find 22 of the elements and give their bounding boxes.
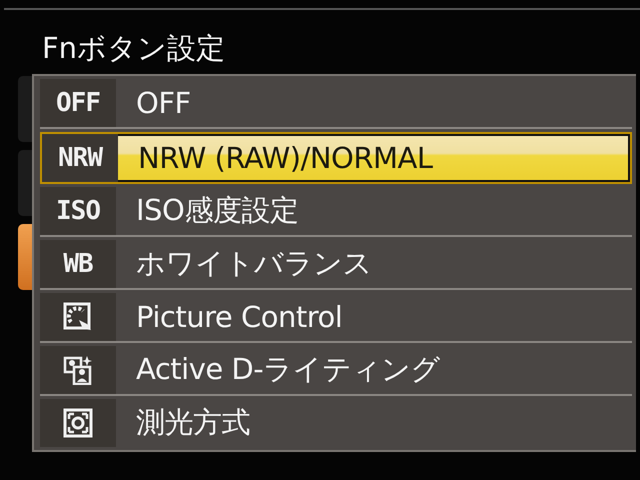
option-label: ホワイトバランス bbox=[135, 245, 372, 282]
option-icon: NRW bbox=[58, 143, 102, 173]
menu-item[interactable]: Picture Control bbox=[40, 293, 632, 343]
menu-item[interactable]: OFF OFF bbox=[40, 79, 632, 129]
option-label: 測光方式 bbox=[135, 404, 250, 441]
menu-item[interactable]: 測光方式 bbox=[40, 399, 632, 447]
option-icon: OFF bbox=[56, 88, 100, 118]
menu-item[interactable]: ISO ISO感度設定 bbox=[40, 187, 632, 237]
option-label: Active D-ライティング bbox=[135, 351, 440, 388]
menu-item[interactable]: WB ホワイトバランス bbox=[40, 240, 632, 290]
option-icon: ISO bbox=[56, 196, 100, 226]
option-label: Picture Control bbox=[135, 300, 342, 334]
option-label: ISO感度設定 bbox=[135, 192, 298, 229]
menu-title: Fnボタン設定 bbox=[41, 30, 226, 66]
metering-icon bbox=[63, 408, 93, 438]
picture-control-icon bbox=[63, 302, 93, 332]
portrait-sparkle-icon bbox=[63, 355, 93, 385]
menu-item[interactable]: Active D-ライティング bbox=[40, 346, 632, 396]
menu-item[interactable]: NRW NRW (RAW)/NORMAL bbox=[40, 132, 632, 184]
option-icon: WB bbox=[63, 249, 93, 279]
option-label: OFF bbox=[135, 86, 191, 120]
option-label: NRW (RAW)/NORMAL bbox=[137, 141, 433, 175]
